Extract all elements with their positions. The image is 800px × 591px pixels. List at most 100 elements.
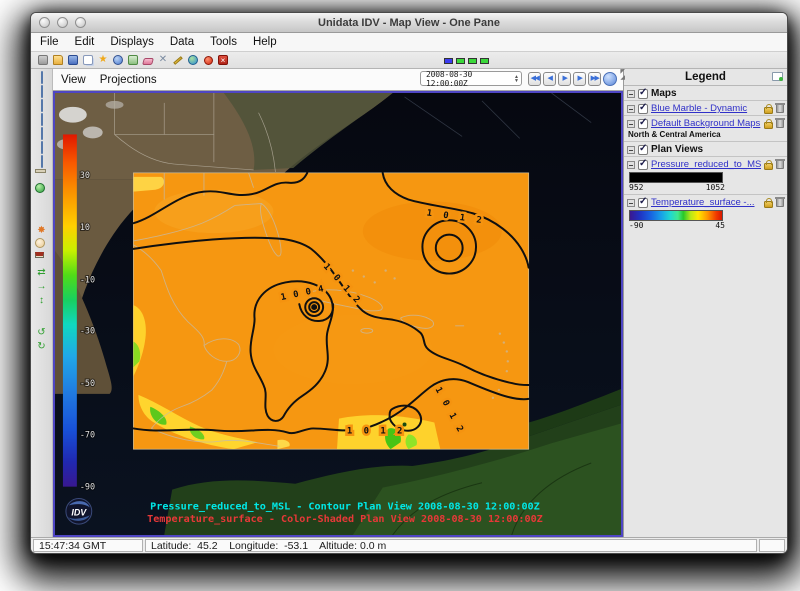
background-maps-link[interactable]: Default Background Maps xyxy=(651,118,761,129)
ruler-icon[interactable] xyxy=(35,169,48,182)
copy-icon[interactable] xyxy=(82,54,94,66)
trash-icon[interactable] xyxy=(776,104,784,113)
draw-icon[interactable] xyxy=(172,54,184,66)
legend-title: Legend xyxy=(685,71,726,83)
time-stepper[interactable]: ▲▼ xyxy=(514,75,519,83)
time-step-loaded[interactable] xyxy=(456,58,465,64)
title-bar[interactable]: Unidata IDV - Map View - One Pane xyxy=(31,13,787,33)
trash-icon[interactable] xyxy=(776,119,784,128)
main-content: ✸ ⇄ → ↕ ↺ ↻ View Projections 2008-08-30 … xyxy=(31,69,787,537)
blue-marble-checkbox[interactable] xyxy=(638,104,648,114)
collapse-icon[interactable] xyxy=(627,90,635,98)
collapse-icon[interactable] xyxy=(627,199,635,207)
pan-horizontal-icon[interactable]: ⇄ xyxy=(35,266,48,279)
rotate-cube-bottom-icon[interactable] xyxy=(35,85,48,98)
float-legend-icon[interactable] xyxy=(772,72,783,81)
background-image-icon[interactable] xyxy=(35,238,48,251)
rotate-cube-left-icon[interactable] xyxy=(35,99,48,112)
color-swatch-icon[interactable]: ✸ xyxy=(35,224,48,237)
time-step-loaded[interactable] xyxy=(468,58,477,64)
animation-properties-button[interactable] xyxy=(603,72,617,86)
rotate-cube-back-icon[interactable] xyxy=(35,141,48,154)
plan-views-visibility-checkbox[interactable] xyxy=(638,145,648,155)
menu-help[interactable]: Help xyxy=(253,36,277,48)
globe-view-icon[interactable] xyxy=(35,183,48,196)
background-maps-sublabel: North & Central America xyxy=(624,130,787,141)
background-maps-checkbox[interactable] xyxy=(638,119,648,129)
save-icon[interactable] xyxy=(67,54,79,66)
pressure-checkbox[interactable] xyxy=(638,160,648,170)
favorites-icon[interactable]: ★ xyxy=(97,54,109,66)
trash-icon[interactable] xyxy=(776,160,784,169)
time-step-loaded[interactable] xyxy=(480,58,489,64)
play-button[interactable]: ▶ xyxy=(558,72,571,86)
lock-icon[interactable] xyxy=(764,163,773,170)
step-back-button[interactable]: ◀ xyxy=(543,72,556,86)
legend-item-blue-marble: Blue Marble - Dynamic xyxy=(624,100,787,115)
menu-tools[interactable]: Tools xyxy=(210,36,237,48)
help-icon[interactable] xyxy=(112,54,124,66)
blue-marble-link[interactable]: Blue Marble - Dynamic xyxy=(651,103,761,114)
map-canvas[interactable]: 1 0 1 2 1 0 1 2 1 0 0 4 1 0 1 2 1 0 1 2 … xyxy=(53,91,623,537)
remove-displays-icon[interactable]: × xyxy=(217,54,229,66)
lock-icon[interactable] xyxy=(764,122,773,129)
go-to-end-button[interactable]: ▶▶ xyxy=(588,72,601,86)
trash-icon[interactable] xyxy=(776,198,784,207)
erase-icon[interactable] xyxy=(142,54,154,66)
animation-step-indicator[interactable] xyxy=(444,58,489,64)
temperature-legend-colorbar[interactable]: -90 45 xyxy=(624,209,787,232)
close-button[interactable] xyxy=(39,17,50,28)
window-title: Unidata IDV - Map View - One Pane xyxy=(318,17,500,29)
minimize-button[interactable] xyxy=(57,17,68,28)
perspective-view-icon[interactable] xyxy=(35,155,48,168)
maps-visibility-checkbox[interactable] xyxy=(638,89,648,99)
temperature-checkbox[interactable] xyxy=(638,198,648,208)
menu-data[interactable]: Data xyxy=(170,36,194,48)
menu-displays[interactable]: Displays xyxy=(110,36,153,48)
projection-globe-icon[interactable] xyxy=(187,54,199,66)
cut-icon[interactable]: ✕ xyxy=(157,54,169,66)
legend-group-maps: Maps xyxy=(624,86,787,100)
traffic-lights xyxy=(39,17,86,28)
zoom-button[interactable] xyxy=(75,17,86,28)
pan-right-icon[interactable]: → xyxy=(35,280,48,293)
collapse-icon[interactable] xyxy=(627,120,635,128)
menu-edit[interactable]: Edit xyxy=(75,36,95,48)
step-forward-button[interactable]: ▶ xyxy=(573,72,586,86)
collapse-icon[interactable] xyxy=(627,105,635,113)
pan-vertical-icon[interactable]: ↕ xyxy=(35,294,48,307)
cursor-position-readout: Latitude: 45.2 Longitude: -53.1 Altitude… xyxy=(145,539,757,552)
idv-logo: IDV xyxy=(66,498,92,524)
menu-file[interactable]: File xyxy=(40,36,59,48)
home-view-icon[interactable] xyxy=(35,252,48,265)
rotate-cube-top-icon[interactable] xyxy=(35,71,48,84)
rotate-cube-right-icon[interactable] xyxy=(35,113,48,126)
time-step-current[interactable] xyxy=(444,58,453,64)
undo-view-icon[interactable]: ↺ xyxy=(35,326,48,339)
collapse-icon[interactable] xyxy=(627,146,635,154)
pressure-link[interactable]: Pressure_reduced_to_MS... xyxy=(651,159,761,170)
go-to-start-button[interactable]: ◀◀ xyxy=(528,72,541,86)
pressure-max-label: 1052 xyxy=(706,183,725,192)
clock-readout: 15:47:34 GMT xyxy=(33,539,143,552)
support-request-icon[interactable] xyxy=(202,54,214,66)
redo-view-icon[interactable]: ↻ xyxy=(35,340,48,353)
temperature-link[interactable]: Temperature_surface -... xyxy=(651,197,761,208)
refresh-display-icon[interactable] xyxy=(127,54,139,66)
animation-controls: ◀◀ ◀ ▶ ▶ ▶▶ xyxy=(528,72,617,86)
show-dashboard-icon[interactable] xyxy=(37,54,49,66)
collapse-icon[interactable] xyxy=(627,161,635,169)
colorbar-tick-10: 10 xyxy=(80,222,90,232)
pressure-colorbar[interactable]: 952 1052 xyxy=(624,171,787,194)
legend-panel: Legend Maps Blue Marble - Dynamic xyxy=(623,69,787,537)
lock-icon[interactable] xyxy=(764,107,773,114)
colorbar-tick-n70: -70 xyxy=(80,429,95,439)
rotate-cube-front-icon[interactable] xyxy=(35,127,48,140)
colorbar-tick-n50: -50 xyxy=(80,378,95,388)
projections-menu[interactable]: Projections xyxy=(100,74,157,86)
view-menu[interactable]: View xyxy=(61,74,86,86)
time-selector[interactable]: 2008-08-30 12:00:00Z ▲▼ xyxy=(420,71,522,86)
status-bar: 15:47:34 GMT Latitude: 45.2 Longitude: -… xyxy=(31,537,787,553)
lock-icon[interactable] xyxy=(764,201,773,208)
open-file-icon[interactable] xyxy=(52,54,64,66)
